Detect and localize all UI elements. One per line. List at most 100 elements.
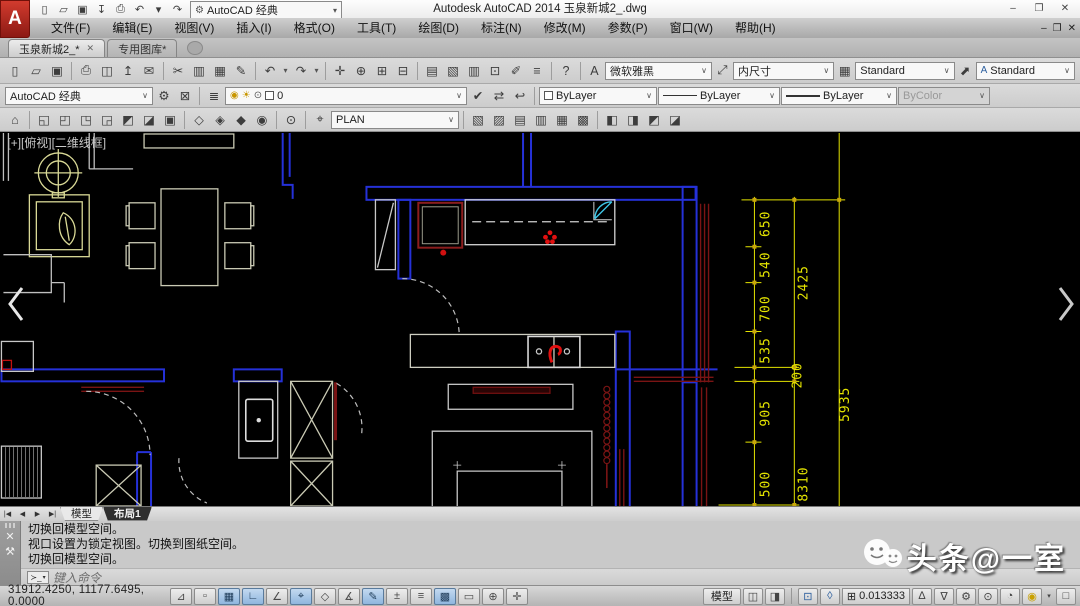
paste-icon[interactable]: ▦ [210, 61, 230, 81]
open-file-icon[interactable]: ▱ [26, 61, 46, 81]
osnap-toggle[interactable]: ⌖ [290, 588, 312, 605]
separator[interactable] [276, 111, 277, 129]
redo-drop-icon[interactable]: ▾ [312, 61, 321, 81]
new-file-icon[interactable]: ▯ [5, 61, 25, 81]
layer-off-icon[interactable]: ▥ [531, 110, 551, 130]
table-style-icon[interactable]: ▦ [835, 61, 854, 81]
doc-tab-other[interactable]: 专用图库* [107, 39, 177, 57]
undo-drop-icon[interactable]: ▾ [281, 61, 290, 81]
layer-isolate-icon[interactable]: ◧ [602, 110, 622, 130]
separator[interactable] [551, 62, 552, 80]
layer-combo[interactable]: ◉ ☀ ⊙ 0 ∨ [225, 87, 467, 105]
separator[interactable] [255, 62, 256, 80]
clean-screen-icon[interactable]: □ [1056, 588, 1076, 605]
new-tab-button[interactable] [187, 41, 203, 55]
workspace-switching-gear-icon[interactable]: ⚙ [956, 588, 976, 605]
menu-item[interactable]: 文件(F) [40, 18, 101, 38]
mleader-style-icon[interactable]: ⬈ [956, 61, 975, 81]
publish-icon[interactable]: ↥ [118, 61, 138, 81]
menu-item[interactable]: 格式(O) [283, 18, 346, 38]
match-properties-icon[interactable]: ✎ [231, 61, 251, 81]
separator[interactable] [29, 111, 30, 129]
dim-style-combo[interactable]: 内尺寸 ∨ [733, 62, 834, 80]
layout-nav-button[interactable]: ◀ [15, 510, 30, 518]
layout-nav-button[interactable]: ▶ [30, 510, 45, 518]
table-style-combo[interactable]: Standard ∨ [855, 62, 954, 80]
quick-view-drawings-icon[interactable]: ◨ [765, 588, 785, 605]
zoom-realtime-icon[interactable]: ⊕ [351, 61, 371, 81]
layout-nav-button[interactable]: |◀ [0, 510, 15, 518]
separator[interactable] [71, 62, 72, 80]
ortho-toggle[interactable]: ∟ [242, 588, 264, 605]
color-combo[interactable]: ByLayer ∨ [539, 87, 657, 105]
dynamic-input-toggle[interactable]: ± [386, 588, 408, 605]
menu-item[interactable]: 修改(M) [533, 18, 597, 38]
snap-toggle[interactable]: ▫ [194, 588, 216, 605]
vs-wireframe-icon[interactable]: ◇ [189, 110, 209, 130]
named-views-icon[interactable]: ⌂ [5, 110, 25, 130]
minimize-button[interactable]: – [1000, 0, 1026, 17]
doc-restore-button[interactable]: ❐ [1053, 23, 1062, 34]
workspace-switch-combo[interactable]: AutoCAD 经典 ∨ [5, 87, 153, 105]
save-icon[interactable]: ▣ [47, 61, 67, 81]
make-current-layer-icon[interactable]: ✔ [468, 86, 488, 106]
workspace-settings-gear-icon[interactable]: ⚙ [154, 86, 174, 106]
layer-merge-icon[interactable]: ▦ [552, 110, 572, 130]
text-style-combo[interactable]: 微软雅黑 ∨ [605, 62, 712, 80]
layer-on-bulb-icon[interactable]: ◉ [230, 90, 239, 101]
osnap3d-toggle[interactable]: ◇ [314, 588, 336, 605]
quick-properties-toggle[interactable]: ▭ [458, 588, 480, 605]
quickcalc-icon[interactable]: ≡ [527, 61, 547, 81]
status-menu-arrow-icon[interactable]: ▾ [1044, 588, 1054, 605]
mleader-style-combo[interactable]: A Standard ∨ [976, 62, 1075, 80]
infer-constraints-toggle[interactable]: ⊿ [170, 588, 192, 605]
separator[interactable] [184, 111, 185, 129]
camera-icon[interactable]: ⊙ [281, 110, 301, 130]
zoom-previous-icon[interactable]: ⊟ [393, 61, 413, 81]
layer-freeze-icon[interactable]: ▤ [510, 110, 530, 130]
lineweight-combo[interactable]: ByLayer ∨ [781, 87, 897, 105]
menu-item[interactable]: 窗口(W) [659, 18, 724, 38]
layer-walk-icon[interactable]: ▧ [468, 110, 488, 130]
view-right-icon[interactable]: ◲ [97, 110, 117, 130]
annotation-monitor-toggle[interactable]: ✛ [506, 588, 528, 605]
layer-unlock-icon[interactable]: ◪ [665, 110, 685, 130]
named-view-search-icon[interactable]: ⌖ [310, 110, 330, 130]
otrack-toggle[interactable]: ∡ [338, 588, 360, 605]
vs-realistic-icon[interactable]: ◆ [231, 110, 251, 130]
menu-item[interactable]: 绘图(D) [407, 18, 470, 38]
doc-tab-active[interactable]: 玉泉新城2_* ✕ [8, 39, 105, 57]
view-top-icon[interactable]: ◱ [34, 110, 54, 130]
zoom-window-icon[interactable]: ⊞ [372, 61, 392, 81]
layer-properties-icon[interactable]: ≣ [204, 86, 224, 106]
undo-icon[interactable]: ↶ [260, 61, 280, 81]
previous-layer-icon[interactable]: ↩ [510, 86, 530, 106]
carousel-next-arrow[interactable] [1052, 284, 1078, 324]
drag-grip[interactable] [5, 523, 16, 528]
annotation-autoscale-icon[interactable]: ∇ [934, 588, 954, 605]
plot-preview-icon[interactable]: ◫ [97, 61, 117, 81]
layer-unisolate-icon[interactable]: ◨ [623, 110, 643, 130]
doc-minimize-button[interactable]: – [1041, 23, 1047, 34]
layer-match-icon[interactable]: ▨ [489, 110, 509, 130]
command-prompt-icon[interactable]: ≻_ ▾ [27, 571, 49, 584]
menu-item[interactable]: 视图(V) [163, 18, 225, 38]
restore-button[interactable]: ❐ [1026, 0, 1052, 17]
match-layer-icon[interactable]: ⇄ [489, 86, 509, 106]
help-icon[interactable]: ? [556, 61, 576, 81]
command-close-icon[interactable]: ✕ [5, 531, 14, 543]
markup-icon[interactable]: ✐ [506, 61, 526, 81]
menu-item[interactable]: 标注(N) [470, 18, 533, 38]
model-tab[interactable]: 模型 [60, 507, 103, 521]
dim-style-icon[interactable]: ⤢ [713, 61, 732, 81]
text-style-icon[interactable]: A [585, 61, 604, 81]
plot-icon[interactable]: ⎙ [76, 61, 96, 81]
doc-close-button[interactable]: ✕ [1068, 23, 1076, 34]
grid-toggle[interactable]: ▦ [218, 588, 240, 605]
toolbar-lock-icon[interactable]: ⊙ [978, 588, 998, 605]
separator[interactable] [325, 62, 326, 80]
vs-conceptual-icon[interactable]: ◉ [252, 110, 272, 130]
pan-icon[interactable]: ✛ [330, 61, 350, 81]
carousel-prev-arrow[interactable] [4, 284, 30, 324]
view-iso-icon[interactable]: ▣ [160, 110, 180, 130]
